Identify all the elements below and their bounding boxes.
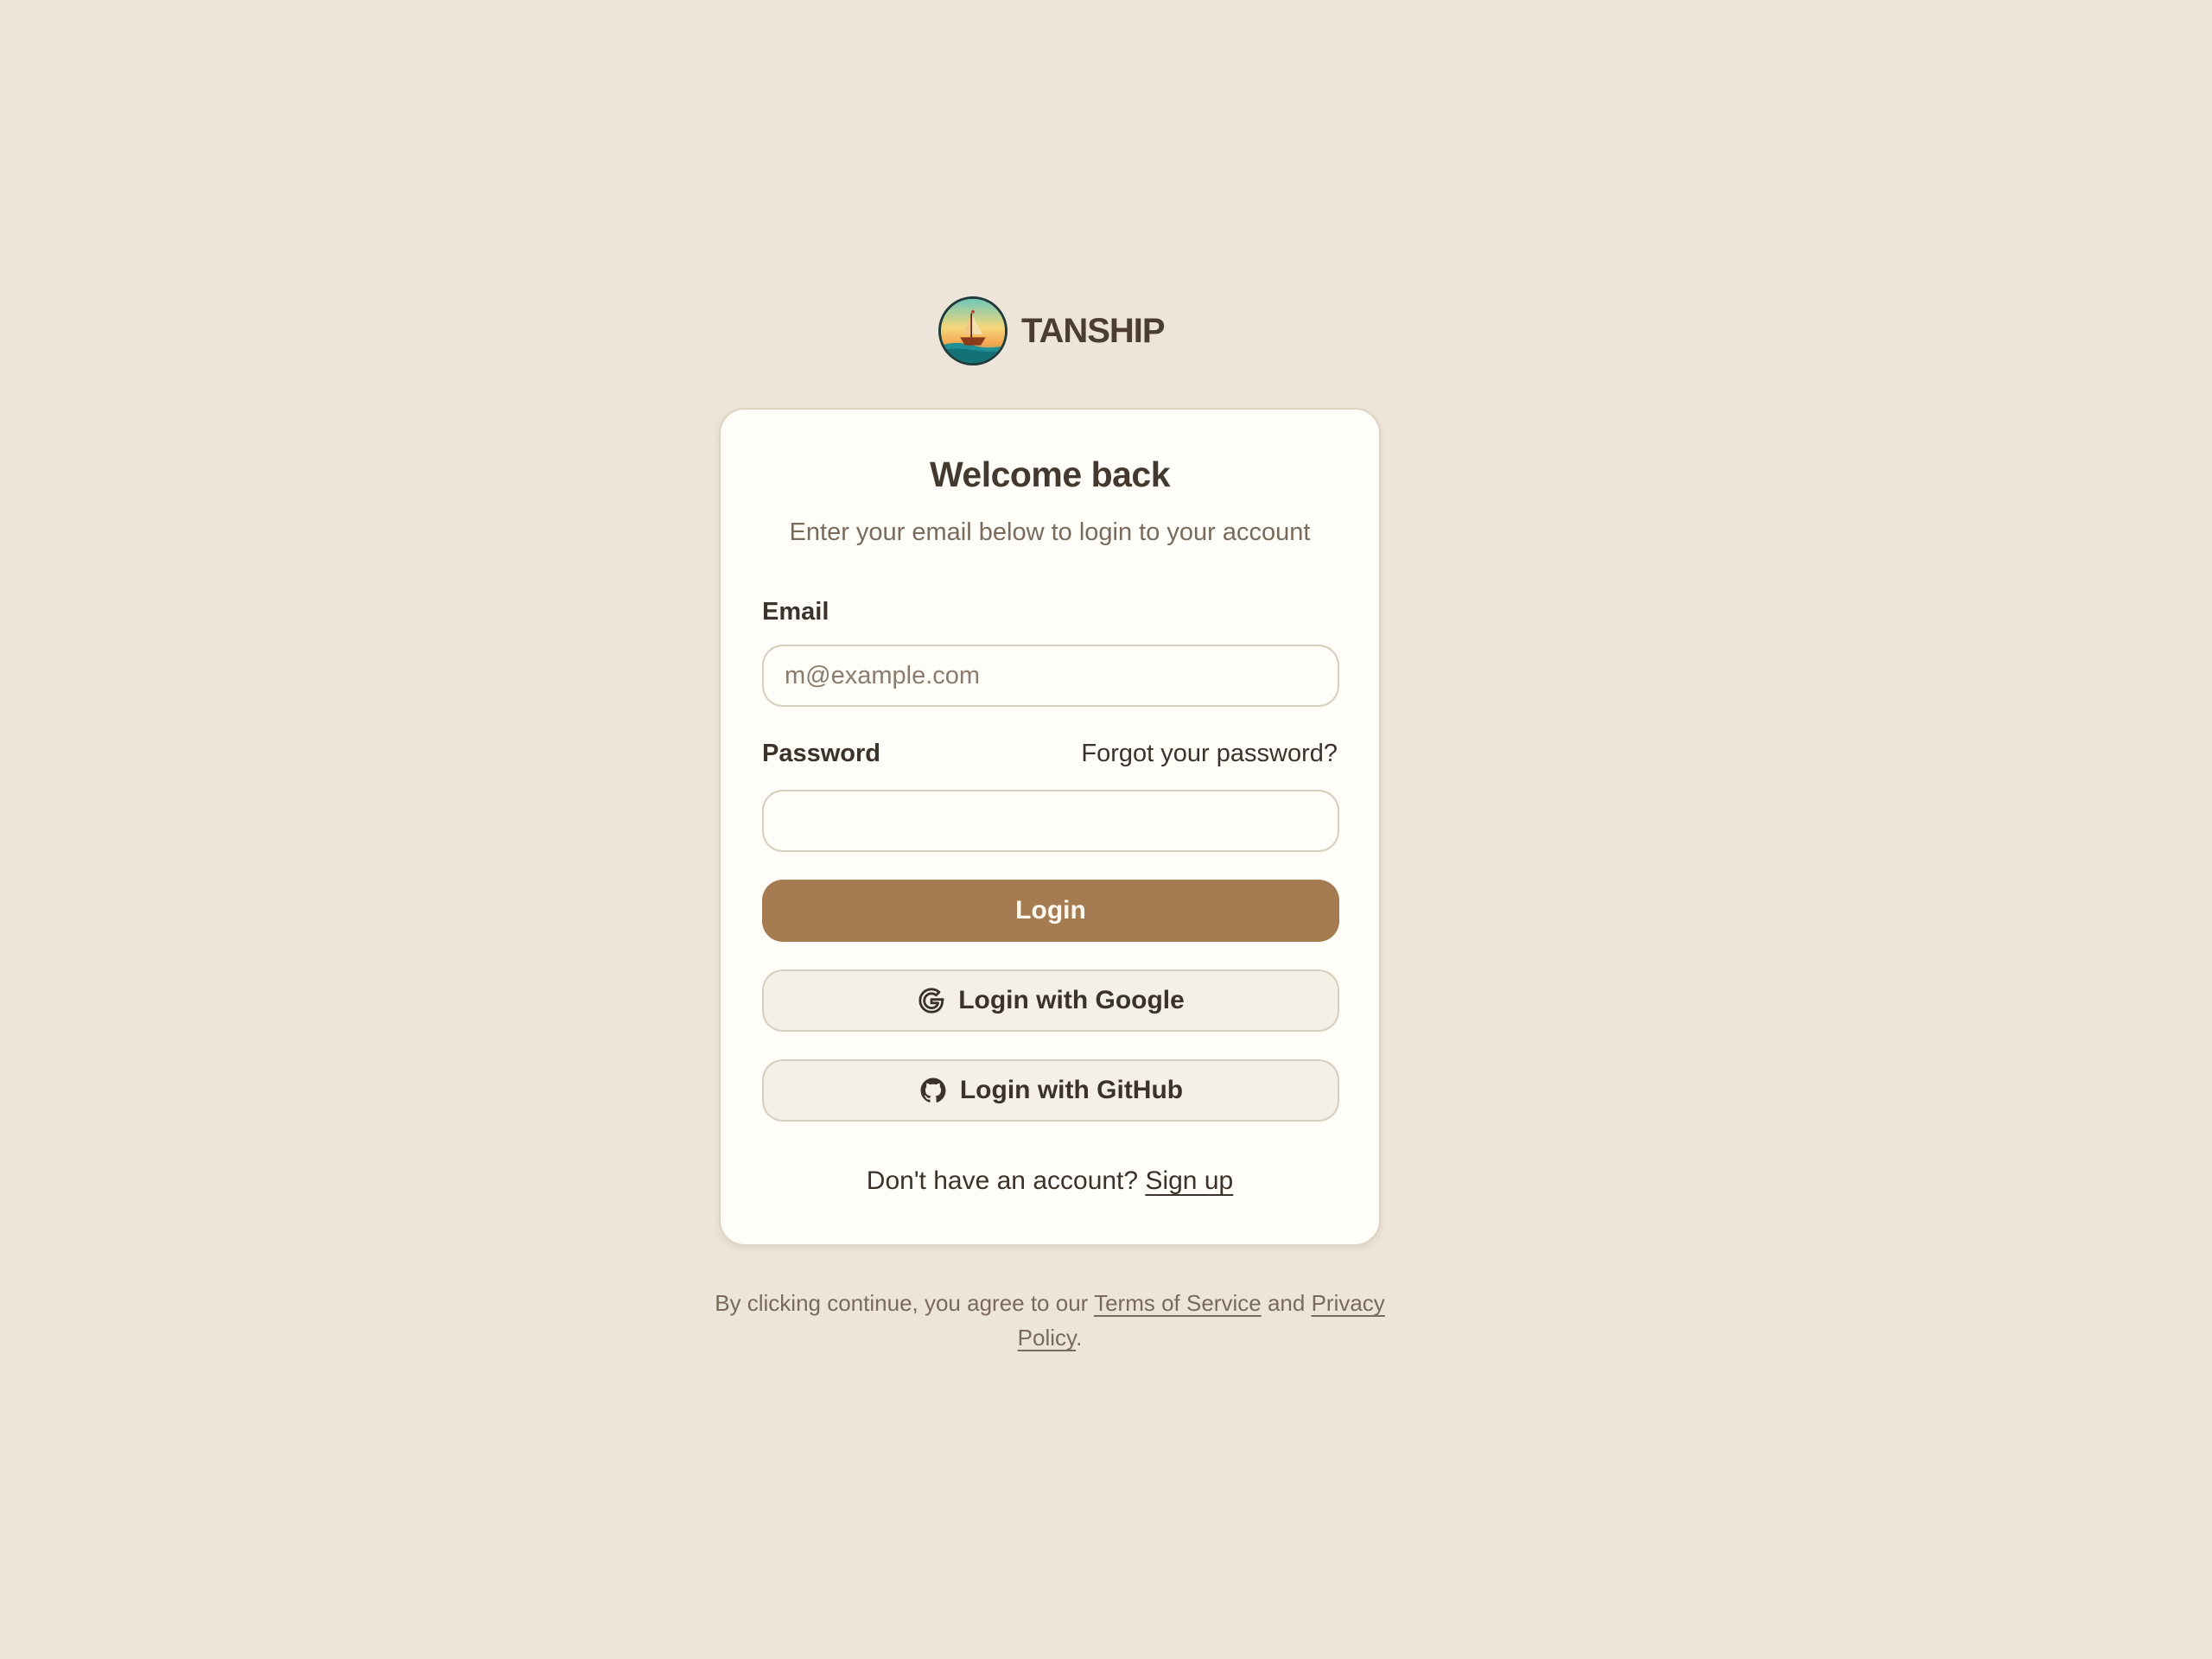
login-button-label: Login bbox=[1015, 896, 1086, 925]
legal-prefix: By clicking continue, you agree to our bbox=[715, 1290, 1089, 1316]
legal-notice: By clicking continue, you agree to our T… bbox=[709, 1286, 1391, 1355]
brand-header: TANSHIP bbox=[938, 296, 1166, 366]
email-label: Email bbox=[762, 598, 830, 626]
brand-name: TANSHIP bbox=[1021, 311, 1166, 350]
email-field[interactable] bbox=[762, 645, 1339, 707]
forgot-password-link[interactable]: Forgot your password? bbox=[1081, 740, 1338, 768]
legal-suffix: . bbox=[1076, 1325, 1083, 1351]
signup-link[interactable]: Sign up bbox=[1145, 1166, 1233, 1195]
login-button[interactable]: Login bbox=[762, 880, 1339, 942]
page-subtitle: Enter your email below to login to your … bbox=[789, 518, 1311, 546]
login-with-google-button[interactable]: Login with Google bbox=[762, 969, 1339, 1032]
github-button-label: Login with GitHub bbox=[959, 1076, 1184, 1104]
terms-of-service-link[interactable]: Terms of Service bbox=[1094, 1290, 1262, 1316]
google-icon bbox=[917, 986, 946, 1015]
password-field[interactable] bbox=[762, 790, 1339, 852]
google-button-label: Login with Google bbox=[958, 986, 1185, 1014]
signup-prompt: Don't have an account? bbox=[866, 1166, 1139, 1195]
page-title: Welcome back bbox=[929, 454, 1171, 494]
password-label: Password bbox=[762, 740, 880, 767]
github-icon bbox=[918, 1076, 948, 1105]
login-with-github-button[interactable]: Login with GitHub bbox=[762, 1059, 1339, 1122]
legal-and: and bbox=[1267, 1290, 1306, 1316]
login-card: Welcome back Enter your email below to l… bbox=[719, 408, 1381, 1246]
ship-logo-icon bbox=[938, 296, 1007, 365]
signup-line: Don't have an account? Sign up bbox=[721, 1166, 1379, 1196]
